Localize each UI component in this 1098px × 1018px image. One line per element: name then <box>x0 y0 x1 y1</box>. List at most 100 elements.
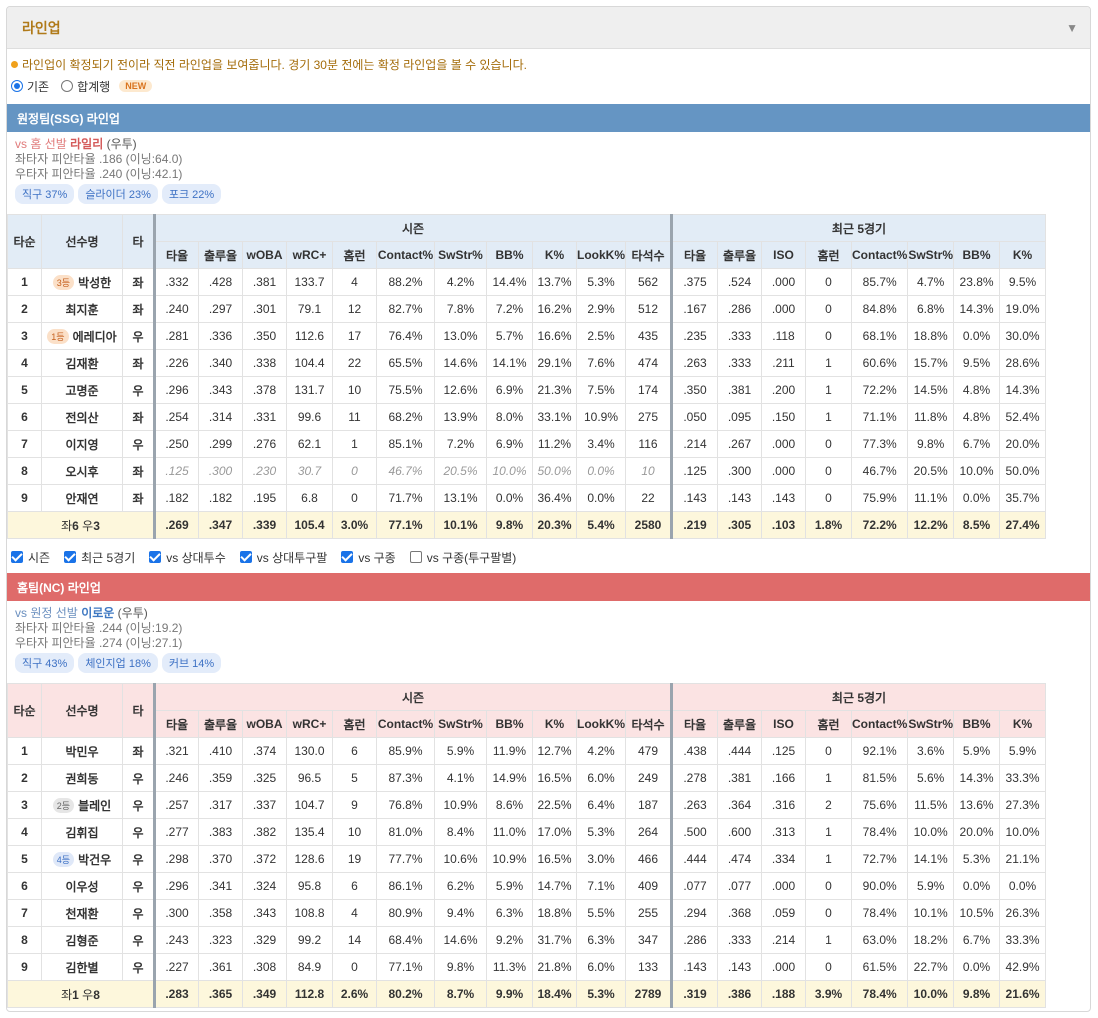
checkbox-icon[interactable] <box>64 551 77 563</box>
player-name[interactable]: 이지영 <box>65 436 98 453</box>
player-name[interactable]: 고명준 <box>65 382 98 399</box>
pitcher-name[interactable]: 이로운 <box>81 606 114 620</box>
table-row[interactable]: 6 전의산 좌 .254.314.331 99.6 11 68.2% 13.9% 8.0% 33.… <box>7 403 1047 431</box>
panel-header[interactable]: 라인업 ▼ <box>7 7 1090 49</box>
season-col-header[interactable]: 타율 <box>153 241 199 269</box>
player-name[interactable]: 박성한 <box>78 274 111 291</box>
season-col-header[interactable]: 출루율 <box>198 710 243 738</box>
season-col-header[interactable]: 출루율 <box>198 241 243 269</box>
table-row[interactable]: 8 오시후 좌 .125.300.230 30.7 0 46.7% 20.5% 10.0% 50.… <box>7 457 1047 485</box>
col-order[interactable]: 타순 <box>7 683 42 738</box>
player-cell[interactable]: 권희동 <box>41 764 123 792</box>
player-name[interactable]: 전의산 <box>65 409 98 426</box>
player-cell[interactable]: 최지훈 <box>41 295 123 323</box>
player-cell[interactable]: 이우성 <box>41 872 123 900</box>
season-col-header[interactable]: SwStr% <box>434 710 487 738</box>
player-name[interactable]: 이우성 <box>65 878 98 895</box>
player-cell[interactable]: 이지영 <box>41 430 123 458</box>
player-cell[interactable]: 2등 블레인 <box>41 791 123 819</box>
season-col-header[interactable]: 홈런 <box>332 710 377 738</box>
table-row[interactable]: 3 1등 에레디아 우 .281.336.350 112.6 17 76.4% 13.0% 5.7… <box>7 322 1047 350</box>
season-col-header[interactable]: 홈런 <box>332 241 377 269</box>
recent-col-header[interactable]: SwStr% <box>907 710 955 738</box>
player-name[interactable]: 박건우 <box>78 851 111 868</box>
season-col-header[interactable]: 타석수 <box>625 241 672 269</box>
season-col-header[interactable]: BB% <box>486 241 533 269</box>
player-name[interactable]: 최지훈 <box>65 301 98 318</box>
table-row[interactable]: 9 김한별 우 .227.361.308 84.9 0 77.1% 9.8% 11.3% 21.8… <box>7 953 1047 981</box>
season-col-header[interactable]: BB% <box>486 710 533 738</box>
table-row[interactable]: 2 최지훈 좌 .240.297.301 79.1 12 82.7% 7.8% 7.2% 16.2… <box>7 295 1047 323</box>
radio-sum-row[interactable]: 합계행 <box>61 78 110 95</box>
checkbox-icon[interactable] <box>341 551 354 563</box>
recent-col-header[interactable]: BB% <box>953 241 1001 269</box>
player-cell[interactable]: 4등 박건우 <box>41 845 123 873</box>
season-col-header[interactable]: SwStr% <box>434 241 487 269</box>
recent-col-header[interactable]: Contact% <box>850 710 909 738</box>
filter-checkbox[interactable]: vs 상대투구팔 <box>239 549 327 566</box>
col-player[interactable]: 선수명 <box>41 214 123 269</box>
table-row[interactable]: 5 4등 박건우 우 .298.370.372 128.6 19 77.7% 10.6% 10.9… <box>7 845 1047 873</box>
player-cell[interactable]: 김휘집 <box>41 818 123 846</box>
table-row[interactable]: 4 김휘집 우 .277.383.382 135.4 10 81.0% 8.4% 11.0% 17… <box>7 818 1047 846</box>
col-hand[interactable]: 타 <box>122 214 155 269</box>
recent-col-header[interactable]: 출루율 <box>717 241 762 269</box>
filter-checkbox[interactable]: vs 상대투수 <box>149 549 226 566</box>
recent-col-header[interactable]: SwStr% <box>907 241 955 269</box>
radio-circle-icon[interactable] <box>11 80 23 92</box>
checkbox-icon[interactable] <box>409 551 422 563</box>
radio-default[interactable]: 기존 <box>11 78 49 95</box>
col-hand[interactable]: 타 <box>122 683 155 738</box>
player-cell[interactable]: 김한별 <box>41 953 123 981</box>
recent-col-header[interactable]: 타율 <box>670 710 718 738</box>
recent-col-header[interactable]: 출루율 <box>717 710 762 738</box>
table-row[interactable]: 6 이우성 우 .296.341.324 95.8 6 86.1% 6.2% 5.9% 14.7%… <box>7 872 1047 900</box>
player-name[interactable]: 김휘집 <box>65 824 98 841</box>
player-name[interactable]: 권희동 <box>65 770 98 787</box>
player-name[interactable]: 에레디아 <box>73 328 117 345</box>
season-col-header[interactable]: 타율 <box>153 710 199 738</box>
recent-col-header[interactable]: K% <box>999 241 1047 269</box>
checkbox-icon[interactable] <box>11 551 23 563</box>
checkbox-icon[interactable] <box>149 551 162 563</box>
player-name[interactable]: 블레인 <box>78 797 111 814</box>
chevron-down-icon[interactable]: ▼ <box>1066 21 1078 35</box>
player-cell[interactable]: 천재환 <box>41 899 123 927</box>
table-row[interactable]: 7 천재환 우 .300.358.343 108.8 4 80.9% 9.4% 6.3% 18.8… <box>7 899 1047 927</box>
filter-checkbox[interactable]: 시즌 <box>11 549 50 566</box>
recent-col-header[interactable]: 홈런 <box>805 241 852 269</box>
player-cell[interactable]: 고명준 <box>41 376 123 404</box>
recent-col-header[interactable]: Contact% <box>850 241 909 269</box>
season-col-header[interactable]: wOBA <box>242 710 287 738</box>
player-name[interactable]: 김재환 <box>65 355 98 372</box>
filter-checkbox[interactable]: vs 구종(투구팔별) <box>409 549 516 566</box>
recent-col-header[interactable]: ISO <box>761 241 806 269</box>
recent-col-header[interactable]: K% <box>999 710 1047 738</box>
table-row[interactable]: 7 이지영 우 .250.299.276 62.1 1 85.1% 7.2% 6.9% 11.2%… <box>7 430 1047 458</box>
season-col-header[interactable]: K% <box>532 710 577 738</box>
player-cell[interactable]: 오시후 <box>41 457 123 485</box>
table-row[interactable]: 4 김재환 좌 .226.340.338 104.4 22 65.5% 14.6% 14.1% 2… <box>7 349 1047 377</box>
col-player[interactable]: 선수명 <box>41 683 123 738</box>
radio-circle-icon[interactable] <box>61 80 74 92</box>
season-col-header[interactable]: wRC+ <box>286 241 333 269</box>
player-cell[interactable]: 안재연 <box>41 484 123 512</box>
filter-checkbox[interactable]: vs 구종 <box>341 549 396 566</box>
pitcher-name[interactable]: 라일리 <box>70 137 103 151</box>
player-name[interactable]: 김형준 <box>65 932 98 949</box>
table-row[interactable]: 9 안재연 좌 .182.182.195 6.8 0 71.7% 13.1% 0.0% 36.4%… <box>7 484 1047 512</box>
season-col-header[interactable]: LookK% <box>576 241 626 269</box>
table-row[interactable]: 5 고명준 우 .296.343.378 131.7 10 75.5% 12.6% 6.9% 21… <box>7 376 1047 404</box>
player-name[interactable]: 김한별 <box>65 959 98 976</box>
col-order[interactable]: 타순 <box>7 214 42 269</box>
table-row[interactable]: 3 2등 블레인 우 .257.317.337 104.7 9 76.8% 10.9% 8.6% 2… <box>7 791 1047 819</box>
season-col-header[interactable]: LookK% <box>576 710 626 738</box>
season-col-header[interactable]: wOBA <box>242 241 287 269</box>
player-name[interactable]: 오시후 <box>65 463 98 480</box>
checkbox-icon[interactable] <box>239 551 252 563</box>
player-name[interactable]: 안재연 <box>65 490 98 507</box>
table-row[interactable]: 2 권희동 우 .246.359.325 96.5 5 87.3% 4.1% 14.9% 16.5… <box>7 764 1047 792</box>
season-col-header[interactable]: K% <box>532 241 577 269</box>
recent-col-header[interactable]: 홈런 <box>805 710 852 738</box>
player-cell[interactable]: 김재환 <box>41 349 123 377</box>
